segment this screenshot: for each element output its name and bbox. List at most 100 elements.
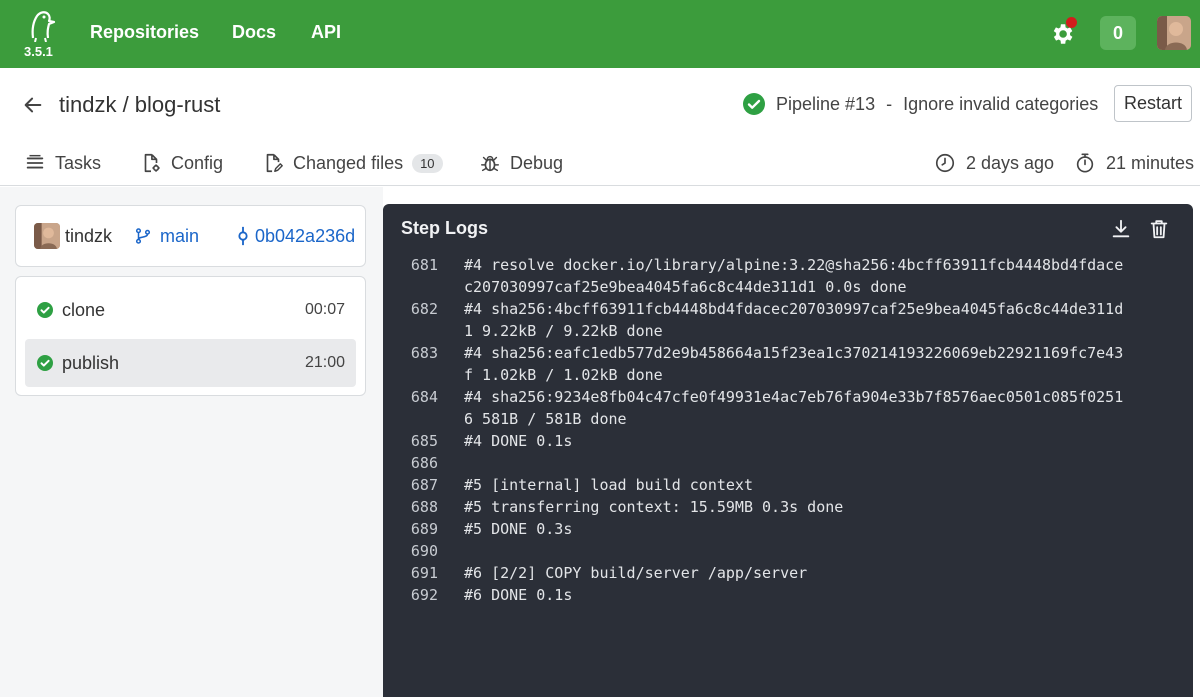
restart-button[interactable]: Restart xyxy=(1114,85,1192,122)
notification-dot xyxy=(1066,17,1077,28)
stopwatch-icon xyxy=(1076,153,1094,173)
log-line: 687 #5 [internal] load build context xyxy=(383,474,1193,496)
log-line-text: #5 transferring context: 15.59MB 0.3s do… xyxy=(464,498,844,516)
step-publish[interactable]: publish 21:00 xyxy=(25,339,356,387)
author-name: tindzk xyxy=(65,226,113,246)
log-line-number[interactable]: 689 xyxy=(383,518,438,540)
log-line-text: #5 [internal] load build context xyxy=(464,476,753,494)
pipeline-header: tindzk / blog-rust Pipeline #13 - Ignore… xyxy=(0,68,1200,186)
log-line-number[interactable]: 683 xyxy=(383,342,438,386)
back-arrow-icon[interactable] xyxy=(22,94,44,116)
commit-icon xyxy=(238,226,248,246)
log-output: 681 #4 resolve docker.io/library/alpine:3… xyxy=(383,254,1193,606)
step-success-icon xyxy=(37,302,53,318)
clock-icon xyxy=(935,153,955,173)
download-icon[interactable] xyxy=(1110,218,1132,240)
steps-list: clone 00:07 publish 21:00 xyxy=(15,276,366,396)
woodpecker-logo-icon xyxy=(31,11,56,42)
branch-name: main xyxy=(160,225,200,246)
log-line-text: #4 resolve docker.io/library/alpine:3.22… xyxy=(464,256,1124,296)
log-line-number[interactable]: 692 xyxy=(383,584,438,606)
changed-files-count: 10 xyxy=(412,153,443,173)
log-line: 683 #4 sha256:eafc1edb577d2e9b458664a15f2… xyxy=(383,342,1193,386)
nav-link-repositories[interactable]: Repositories xyxy=(90,22,199,43)
step-duration: 00:07 xyxy=(304,301,345,318)
log-line-text: #4 sha256:4bcff63911fcb4448bd4fdacec2070… xyxy=(464,300,1124,340)
log-line-number[interactable]: 681 xyxy=(383,254,438,298)
log-line: 692 #6 DONE 0.1s xyxy=(383,584,1193,606)
pipeline-separator: - xyxy=(886,94,893,114)
pipeline-created-text: 2 days ago xyxy=(966,152,1055,173)
log-line-number[interactable]: 687 xyxy=(383,474,438,496)
pipeline-number: Pipeline #13 xyxy=(776,94,876,114)
step-duration: 21:00 xyxy=(304,354,345,371)
log-line-number[interactable]: 686 xyxy=(383,452,438,474)
log-line-text xyxy=(464,452,1124,474)
log-line-number[interactable]: 690 xyxy=(383,540,438,562)
log-line-number[interactable]: 691 xyxy=(383,562,438,584)
log-line-number[interactable]: 684 xyxy=(383,386,438,430)
commit-sha: 0b042a236d xyxy=(255,225,356,246)
author-avatar xyxy=(34,223,60,249)
log-line-number[interactable]: 682 xyxy=(383,298,438,342)
pipeline-duration: 21 minutes xyxy=(1074,150,1194,176)
bug-icon xyxy=(481,155,499,172)
log-line: 690 xyxy=(383,540,1193,562)
step-success-icon xyxy=(37,355,53,371)
log-line: 681 #4 resolve docker.io/library/alpine:3… xyxy=(383,254,1193,298)
log-line-text xyxy=(464,540,1124,562)
log-line-text: #5 DONE 0.3s xyxy=(464,520,573,538)
pipeline-duration-text: 21 minutes xyxy=(1106,152,1195,173)
commit-link[interactable]: 0b042a236d xyxy=(236,223,355,249)
log-line: 691 #6 [2/2] COPY build/server /app/serve… xyxy=(383,562,1193,584)
tab-tasks[interactable]: Tasks xyxy=(24,150,101,176)
running-count-badge[interactable]: 0 xyxy=(1100,16,1136,50)
log-line: 685 #4 DONE 0.1s xyxy=(383,430,1193,452)
log-line: 686 xyxy=(383,452,1193,474)
author-avatar-image xyxy=(34,223,60,249)
trash-icon[interactable] xyxy=(1148,218,1170,240)
woodpecker-logo[interactable]: 3.5.1 xyxy=(20,8,60,60)
log-line: 682 #4 sha256:4bcff63911fcb4448bd4fdacec2… xyxy=(383,298,1193,342)
log-line: 689 #5 DONE 0.3s xyxy=(383,518,1193,540)
avatar-image xyxy=(1157,16,1191,50)
log-line-text: #4 sha256:eafc1edb577d2e9b458664a15f23ea… xyxy=(464,344,1124,384)
settings-button[interactable] xyxy=(1047,17,1077,49)
log-line-number[interactable]: 685 xyxy=(383,430,438,452)
step-name: publish xyxy=(62,353,120,373)
pipeline-title: Pipeline #13 - Ignore invalid categories xyxy=(776,94,1098,115)
step-logs-panel: Step Logs 681 #4 resolve docker.io/librar… xyxy=(383,204,1193,697)
top-navbar: 3.5.1 Repositories Docs API 0 xyxy=(0,0,1200,68)
file-gear-icon xyxy=(144,153,160,173)
pipeline-commit-message: Ignore invalid categories xyxy=(903,94,1099,114)
tab-config[interactable]: Config xyxy=(140,150,223,176)
pipeline-info-card: tindzk main 0b042a236d xyxy=(15,205,366,267)
log-line-text: #4 sha256:9234e8fb04c47cfe0f49931e4ac7eb… xyxy=(464,388,1124,428)
log-line-text: #4 DONE 0.1s xyxy=(464,432,573,450)
pipeline-success-icon xyxy=(743,93,765,115)
nav-link-docs[interactable]: Docs xyxy=(232,22,276,43)
repo-title[interactable]: tindzk / blog-rust xyxy=(59,92,220,118)
log-line: 688 #5 transferring context: 15.59MB 0.3s… xyxy=(383,496,1193,518)
branch-icon xyxy=(135,228,151,244)
list-icon xyxy=(26,154,44,169)
step-clone[interactable]: clone 00:07 xyxy=(25,286,356,334)
user-avatar[interactable] xyxy=(1157,16,1191,50)
branch-link[interactable]: main xyxy=(134,223,199,249)
log-line: 684 #4 sha256:9234e8fb04c47cfe0f49931e4ac… xyxy=(383,386,1193,430)
logs-title: Step Logs xyxy=(401,218,489,238)
tab-changed-files-label: Changed files xyxy=(293,152,404,173)
pipeline-created: 2 days ago xyxy=(934,150,1054,176)
version-label: 3.5.1 xyxy=(24,44,53,59)
log-line-text: #6 [2/2] COPY build/server /app/server xyxy=(464,564,808,582)
nav-link-api[interactable]: API xyxy=(311,22,341,43)
log-line-text: #6 DONE 0.1s xyxy=(464,586,573,604)
tab-debug[interactable]: Debug xyxy=(479,150,563,176)
step-name: clone xyxy=(62,300,106,320)
tab-config-label: Config xyxy=(171,152,224,173)
tab-debug-label: Debug xyxy=(510,152,564,173)
tab-tasks-label: Tasks xyxy=(55,152,102,173)
tab-changed-files[interactable]: Changed files 10 xyxy=(262,150,443,176)
file-edit-icon xyxy=(266,153,283,173)
log-line-number[interactable]: 688 xyxy=(383,496,438,518)
